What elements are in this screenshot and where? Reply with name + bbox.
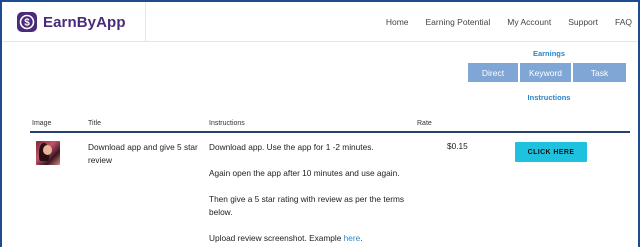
nav-home[interactable]: Home <box>386 17 409 27</box>
instruction-step: Then give a 5 star rating with review as… <box>209 194 405 217</box>
logo-text: EarnByApp <box>43 13 126 31</box>
site-header: $ EarnByApp Home Earning Potential My Ac… <box>2 2 638 42</box>
svg-text:$: $ <box>24 18 30 29</box>
column-instructions: Instructions <box>209 120 245 127</box>
click-here-button[interactable]: CLICK HERE <box>515 142 587 162</box>
nav-support[interactable]: Support <box>568 17 598 27</box>
earnings-heading: Earnings <box>532 49 566 58</box>
column-title: Title <box>88 120 101 127</box>
earnings-filters: Direct Keyword Task <box>468 63 628 82</box>
nav-earning-potential[interactable]: Earning Potential <box>426 17 491 27</box>
logo[interactable]: $ EarnByApp <box>2 2 146 42</box>
instruction-step-upload: Upload review screenshot. Example here. <box>209 232 409 245</box>
logo-dollar-icon: $ <box>17 12 37 32</box>
column-rate: Rate <box>417 120 432 127</box>
upload-text: Upload review screenshot. Example <box>209 233 344 243</box>
filter-direct-button[interactable]: Direct <box>468 63 518 82</box>
instruction-step: Again open the app after 10 minutes and … <box>209 168 400 178</box>
table-row: Download app and give 5 star review Down… <box>30 135 630 247</box>
upload-suffix: . <box>360 233 363 243</box>
main-nav: Home Earning Potential My Account Suppor… <box>369 2 632 42</box>
nav-my-account[interactable]: My Account <box>507 17 551 27</box>
example-link[interactable]: here <box>344 233 361 243</box>
column-image: Image <box>32 120 52 127</box>
filter-task-button[interactable]: Task <box>573 63 626 82</box>
table-header: Image Title Instructions Rate <box>30 119 630 133</box>
task-rate: $0.15 <box>447 141 468 151</box>
instructions-link[interactable]: Instructions <box>468 93 630 102</box>
page-frame: $ EarnByApp Home Earning Potential My Ac… <box>2 2 638 247</box>
task-instructions: Download app. Use the app for 1 -2 minut… <box>209 141 409 247</box>
app-thumbnail <box>36 141 60 165</box>
task-title: Download app and give 5 star review <box>88 142 198 165</box>
nav-faq[interactable]: FAQ <box>615 17 632 27</box>
filter-keyword-button[interactable]: Keyword <box>520 63 571 82</box>
instruction-step: Download app. Use the app for 1 -2 minut… <box>209 142 374 152</box>
